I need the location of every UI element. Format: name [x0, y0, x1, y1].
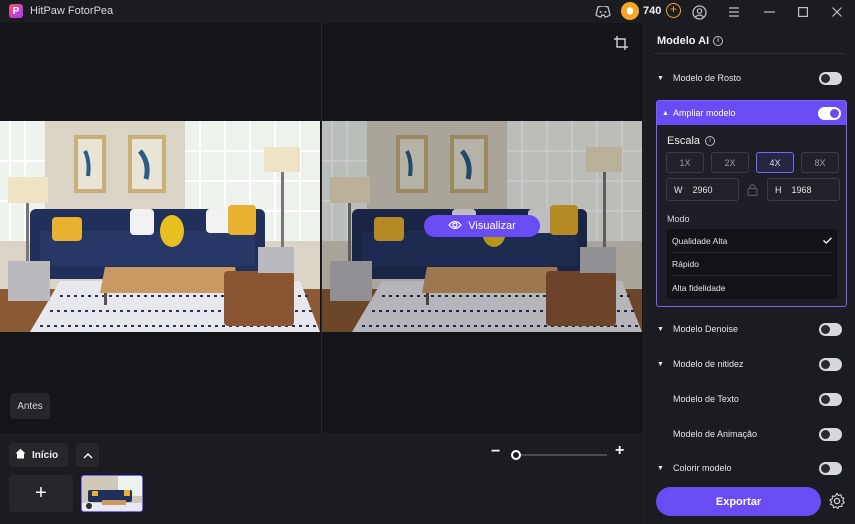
scale-1x-button[interactable]: 1X — [666, 152, 704, 173]
scale-8x-button[interactable]: 8X — [801, 152, 839, 173]
mode-label: Modo — [667, 214, 690, 224]
model-label: Colorir modelo — [673, 463, 732, 473]
height-label: H — [775, 184, 782, 195]
zoom-out-button[interactable]: − — [491, 443, 500, 461]
before-image — [0, 121, 320, 332]
toggle-nitidez[interactable] — [819, 357, 842, 371]
toggle-rosto[interactable] — [819, 71, 842, 85]
bottom-bar: Início + − + — [0, 433, 643, 524]
zoom-slider[interactable] — [516, 454, 607, 456]
model-label: Modelo de Texto — [673, 394, 739, 404]
discord-icon[interactable] — [594, 3, 612, 21]
app-title: HitPaw FotorPea — [30, 5, 114, 17]
title-bar: P HitPaw FotorPea 740 + — [0, 0, 855, 23]
height-field[interactable]: H 1968 — [767, 178, 840, 201]
caret-down-icon: ▼ — [657, 74, 664, 82]
add-image-button[interactable]: + — [9, 475, 73, 512]
model-row-animacao[interactable]: Modelo de Animação — [657, 425, 842, 443]
upscale-section: ▲ Ampliar modelo Escala i 1X 2X 4X 8X W … — [656, 100, 847, 307]
preview-canvas[interactable]: Visualizar Antes — [0, 23, 643, 433]
model-label: Modelo Denoise — [673, 324, 739, 334]
settings-gear-icon[interactable] — [828, 492, 846, 515]
model-label: Ampliar modelo — [672, 108, 736, 118]
preview-button[interactable]: Visualizar — [424, 215, 540, 237]
info-icon[interactable]: i — [705, 136, 716, 146]
menu-icon[interactable] — [725, 3, 743, 21]
toggle-animacao[interactable] — [819, 427, 842, 441]
model-row-texto[interactable]: Modelo de Texto — [657, 390, 842, 408]
zoom-slider-handle[interactable] — [511, 450, 521, 460]
scale-label: Escala — [667, 135, 701, 147]
panel-title: Modelo AI i — [657, 35, 724, 47]
lock-icon[interactable] — [747, 183, 758, 201]
zoom-in-button[interactable]: + — [615, 442, 624, 460]
model-label: Modelo de nitidez — [673, 359, 744, 369]
mode-dropdown[interactable]: Qualidade Alta Rápido Alta fidelidade — [667, 229, 837, 299]
scale-heading: Escala i — [667, 135, 716, 147]
mode-option-label: Rápido — [672, 259, 699, 269]
mode-option-label: Qualidade Alta — [672, 236, 728, 246]
home-button[interactable]: Início — [9, 443, 68, 467]
credits-coin-icon — [621, 2, 639, 20]
caret-down-icon: ▼ — [657, 464, 664, 472]
model-row-nitidez[interactable]: ▼ Modelo de nitidez — [657, 355, 842, 373]
image-thumbnail[interactable] — [81, 475, 143, 512]
home-icon — [15, 448, 26, 462]
minimize-icon[interactable] — [760, 3, 778, 21]
height-value: 1968 — [791, 184, 812, 195]
collapse-button[interactable] — [76, 443, 99, 467]
toggle-texto[interactable] — [819, 392, 842, 406]
caret-down-icon: ▼ — [657, 360, 664, 368]
width-label: W — [674, 184, 683, 195]
crop-icon[interactable] — [614, 36, 628, 55]
eye-icon — [448, 220, 463, 233]
caret-up-icon: ▲ — [662, 109, 669, 117]
model-row-rosto[interactable]: ▼ Modelo de Rosto — [657, 69, 842, 87]
app-logo: P — [9, 4, 23, 18]
upscale-header[interactable]: ▲ Ampliar modelo — [657, 101, 846, 125]
panel-title-label: Modelo AI — [657, 35, 710, 47]
model-label: Modelo de Animação — [673, 429, 758, 439]
mode-option-label: Alta fidelidade — [672, 282, 726, 293]
divider — [654, 53, 846, 54]
maximize-icon[interactable] — [794, 3, 812, 21]
toggle-colorir[interactable] — [819, 461, 842, 475]
before-label[interactable]: Antes — [10, 393, 50, 419]
mode-option-rapido[interactable]: Rápido — [672, 253, 832, 276]
model-row-denoise[interactable]: ▼ Modelo Denoise — [657, 320, 842, 338]
width-field[interactable]: W 2960 — [666, 178, 739, 201]
scale-4x-button[interactable]: 4X — [756, 152, 794, 173]
home-label: Início — [32, 449, 59, 461]
toggle-ampliar[interactable] — [818, 106, 841, 120]
info-icon[interactable]: i — [713, 36, 724, 46]
export-button[interactable]: Exportar — [656, 487, 821, 516]
mode-option-alta-fidelidade[interactable]: Alta fidelidade — [672, 276, 832, 299]
width-value: 2960 — [692, 184, 713, 195]
mode-option-qualidade-alta[interactable]: Qualidade Alta — [672, 230, 832, 253]
model-label: Modelo de Rosto — [673, 73, 742, 83]
preview-label: Visualizar — [468, 220, 516, 232]
credits-count: 740 — [643, 5, 662, 17]
caret-down-icon: ▼ — [657, 325, 664, 333]
toggle-denoise[interactable] — [819, 322, 842, 336]
close-icon[interactable] — [828, 3, 846, 21]
add-credits-icon[interactable]: + — [666, 3, 681, 18]
model-row-colorir[interactable]: ▼ Colorir modelo — [657, 459, 842, 477]
scale-2x-button[interactable]: 2X — [711, 152, 749, 173]
chevron-up-icon — [83, 446, 93, 464]
account-icon[interactable] — [690, 3, 708, 21]
check-icon — [823, 236, 832, 246]
